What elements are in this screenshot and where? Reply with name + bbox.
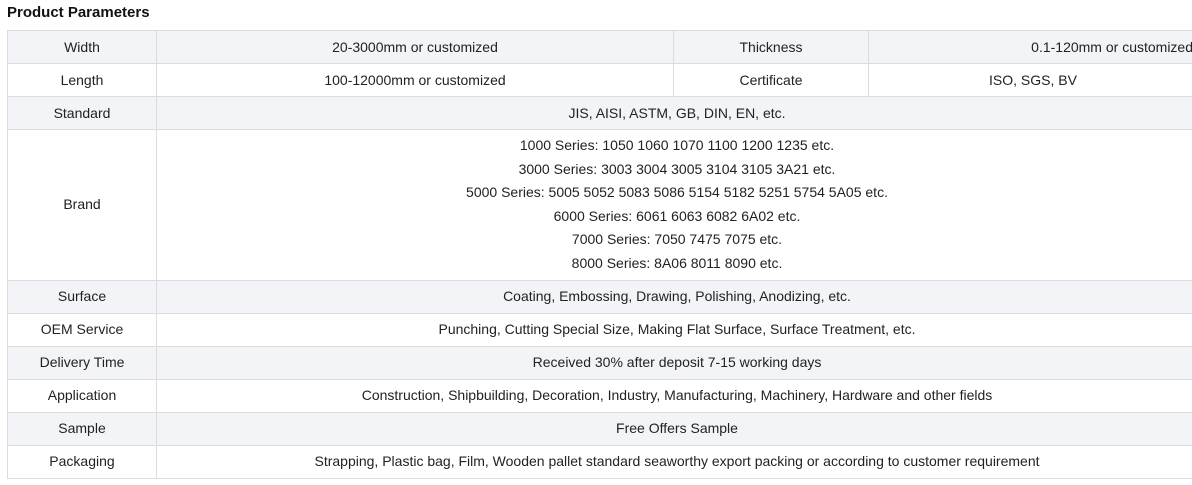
table-row-oem-service: OEM Service Punching, Cutting Special Si… xyxy=(7,312,1192,347)
row-label: Brand xyxy=(7,129,157,281)
table-row-standard: Standard JIS, AISI, ASTM, GB, DIN, EN, e… xyxy=(7,96,1192,130)
row-value: 100-12000mm or customized xyxy=(156,63,674,97)
row-value: Punching, Cutting Special Size, Making F… xyxy=(156,312,1192,347)
row-value: Coating, Embossing, Drawing, Polishing, … xyxy=(156,279,1192,314)
brand-line: 8000 Series: 8A06 8011 8090 etc. xyxy=(571,254,783,271)
row-value: 1000 Series: 1050 1060 1070 1100 1200 12… xyxy=(156,129,1192,281)
table-row-surface: Surface Coating, Embossing, Drawing, Pol… xyxy=(7,279,1192,314)
row-label: Length xyxy=(7,63,157,97)
brand-line: 1000 Series: 1050 1060 1070 1100 1200 12… xyxy=(519,137,835,153)
row-label: Certificate xyxy=(673,63,869,97)
row-label: Standard xyxy=(7,96,157,130)
row-label: Thickness xyxy=(673,30,869,64)
section-title: Product Parameters xyxy=(7,4,150,21)
product-parameters-table: Width 20-3000mm or customized Thickness … xyxy=(7,30,1192,479)
row-label: OEM Service xyxy=(7,312,157,347)
brand-line: 5000 Series: 5005 5052 5083 5086 5154 51… xyxy=(466,184,888,201)
table-row-application: Application Construction, Shipbuilding, … xyxy=(7,378,1192,413)
row-label: Width xyxy=(7,30,157,64)
table-row-length: Length 100-12000mm or customized Certifi… xyxy=(7,63,1192,97)
row-label: Sample xyxy=(7,411,157,446)
row-value: Construction, Shipbuilding, Decoration, … xyxy=(156,378,1192,413)
row-label: Application xyxy=(7,378,157,413)
row-value: Free Offers Sample xyxy=(156,411,1192,446)
table-row-sample: Sample Free Offers Sample xyxy=(7,411,1192,446)
table-row-width: Width 20-3000mm or customized Thickness … xyxy=(7,30,1192,64)
brand-line: 6000 Series: 6061 6063 6082 6A02 etc. xyxy=(553,207,801,224)
row-value: 0.1-120mm or customized xyxy=(868,30,1192,64)
row-label: Packaging xyxy=(7,444,157,479)
row-label: Delivery Time xyxy=(7,345,157,380)
table-row-brand: Brand 1000 Series: 1050 1060 1070 1100 1… xyxy=(7,129,1192,281)
brand-line: 3000 Series: 3003 3004 3005 3104 3105 3A… xyxy=(518,160,836,177)
row-value: 20-3000mm or customized xyxy=(156,30,674,64)
brand-line: 7000 Series: 7050 7475 7075 etc. xyxy=(571,231,783,248)
row-label: Surface xyxy=(7,279,157,314)
table-row-delivery-time: Delivery Time Received 30% after deposit… xyxy=(7,345,1192,380)
row-value: Received 30% after deposit 7-15 working … xyxy=(156,345,1192,380)
row-value: ISO, SGS, BV xyxy=(868,63,1192,97)
row-value: Strapping, Plastic bag, Film, Wooden pal… xyxy=(156,444,1192,479)
table-row-packaging: Packaging Strapping, Plastic bag, Film, … xyxy=(7,444,1192,479)
row-value: JIS, AISI, ASTM, GB, DIN, EN, etc. xyxy=(156,96,1192,130)
